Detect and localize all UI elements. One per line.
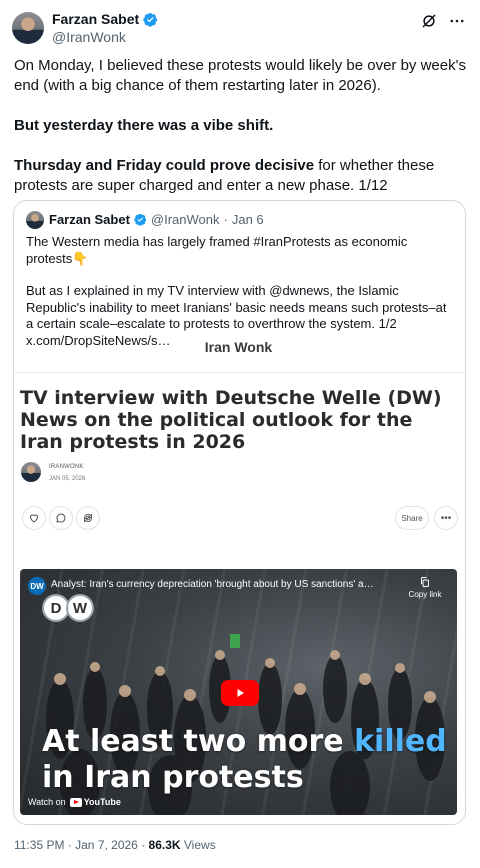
quote-separator: ·: [223, 212, 228, 227]
dw-channel-logo[interactable]: DW: [28, 577, 46, 595]
dw-watermark: DW: [42, 594, 94, 622]
author-name[interactable]: Farzan Sabet: [52, 11, 139, 27]
play-icon: [237, 689, 244, 697]
author-avatar[interactable]: [12, 12, 44, 44]
views-label: Views: [180, 838, 216, 852]
tweet-paragraph-3: Thursday and Friday could prove decisive…: [14, 156, 470, 196]
tweet-timestamp[interactable]: 11:35 PM · Jan 7, 2026 ·: [14, 838, 149, 852]
tweet-paragraph-2: But yesterday there was a vibe shift.: [14, 117, 274, 134]
video-headline-part1: At least two more: [42, 724, 355, 759]
author-handle[interactable]: @IranWonk: [52, 29, 126, 45]
dw-watermark-w: W: [66, 594, 94, 622]
quote-header: Farzan Sabet @IranWonk · Jan 6: [49, 212, 264, 227]
tweet-text: On Monday, I believed these protests wou…: [14, 56, 470, 216]
quote-text: The Western media has largely framed #Ir…: [26, 234, 456, 365]
watch-on-youtube[interactable]: Watch on YouTube: [28, 797, 121, 807]
video-title[interactable]: Analyst: Iran's currency depreciation 'b…: [51, 579, 401, 590]
grok-icon[interactable]: [420, 12, 438, 30]
quote-author-avatar: [26, 211, 44, 229]
more-icon[interactable]: [448, 12, 466, 30]
view-count: 86.3K: [148, 838, 181, 852]
quote-author-handle: @IranWonk: [150, 212, 220, 227]
youtube-logo: YouTube: [69, 797, 121, 807]
tweet-paragraph-3-bold: Thursday and Friday could prove decisive: [14, 157, 315, 174]
quote-author-name: Farzan Sabet: [49, 212, 130, 227]
watch-on-label: Watch on: [28, 797, 66, 807]
video-headline-line1: At least two more killed: [42, 724, 447, 760]
copy-icon: [421, 577, 429, 587]
play-button[interactable]: [221, 680, 259, 706]
quote-paragraph-1: The Western media has largely framed #Ir…: [26, 234, 408, 266]
youtube-icon: [69, 797, 82, 807]
copy-link-label: Copy link: [408, 590, 442, 599]
tweet-meta: 11:35 PM · Jan 7, 2026 · 86.3K Views: [14, 838, 216, 852]
quote-paragraph-2: But as I explained in my TV interview wi…: [26, 283, 447, 348]
video-headline-line2: in Iran protests: [42, 760, 304, 795]
tweet-paragraph-1: On Monday, I believed these protests wou…: [14, 57, 466, 94]
copy-link-button[interactable]: Copy link: [405, 576, 445, 599]
youtube-label: YouTube: [83, 797, 121, 807]
video-headline-highlight: killed: [354, 724, 447, 759]
quote-date: Jan 6: [231, 212, 264, 227]
video-embed[interactable]: DW Analyst: Iran's currency depreciation…: [20, 569, 457, 815]
verified-badge-icon: [143, 12, 158, 27]
author-name-row[interactable]: Farzan Sabet: [52, 11, 158, 27]
verified-badge-icon: [134, 213, 147, 226]
video-headline: At least two more killed in Iran protest…: [42, 724, 447, 796]
header-actions: [420, 12, 466, 30]
